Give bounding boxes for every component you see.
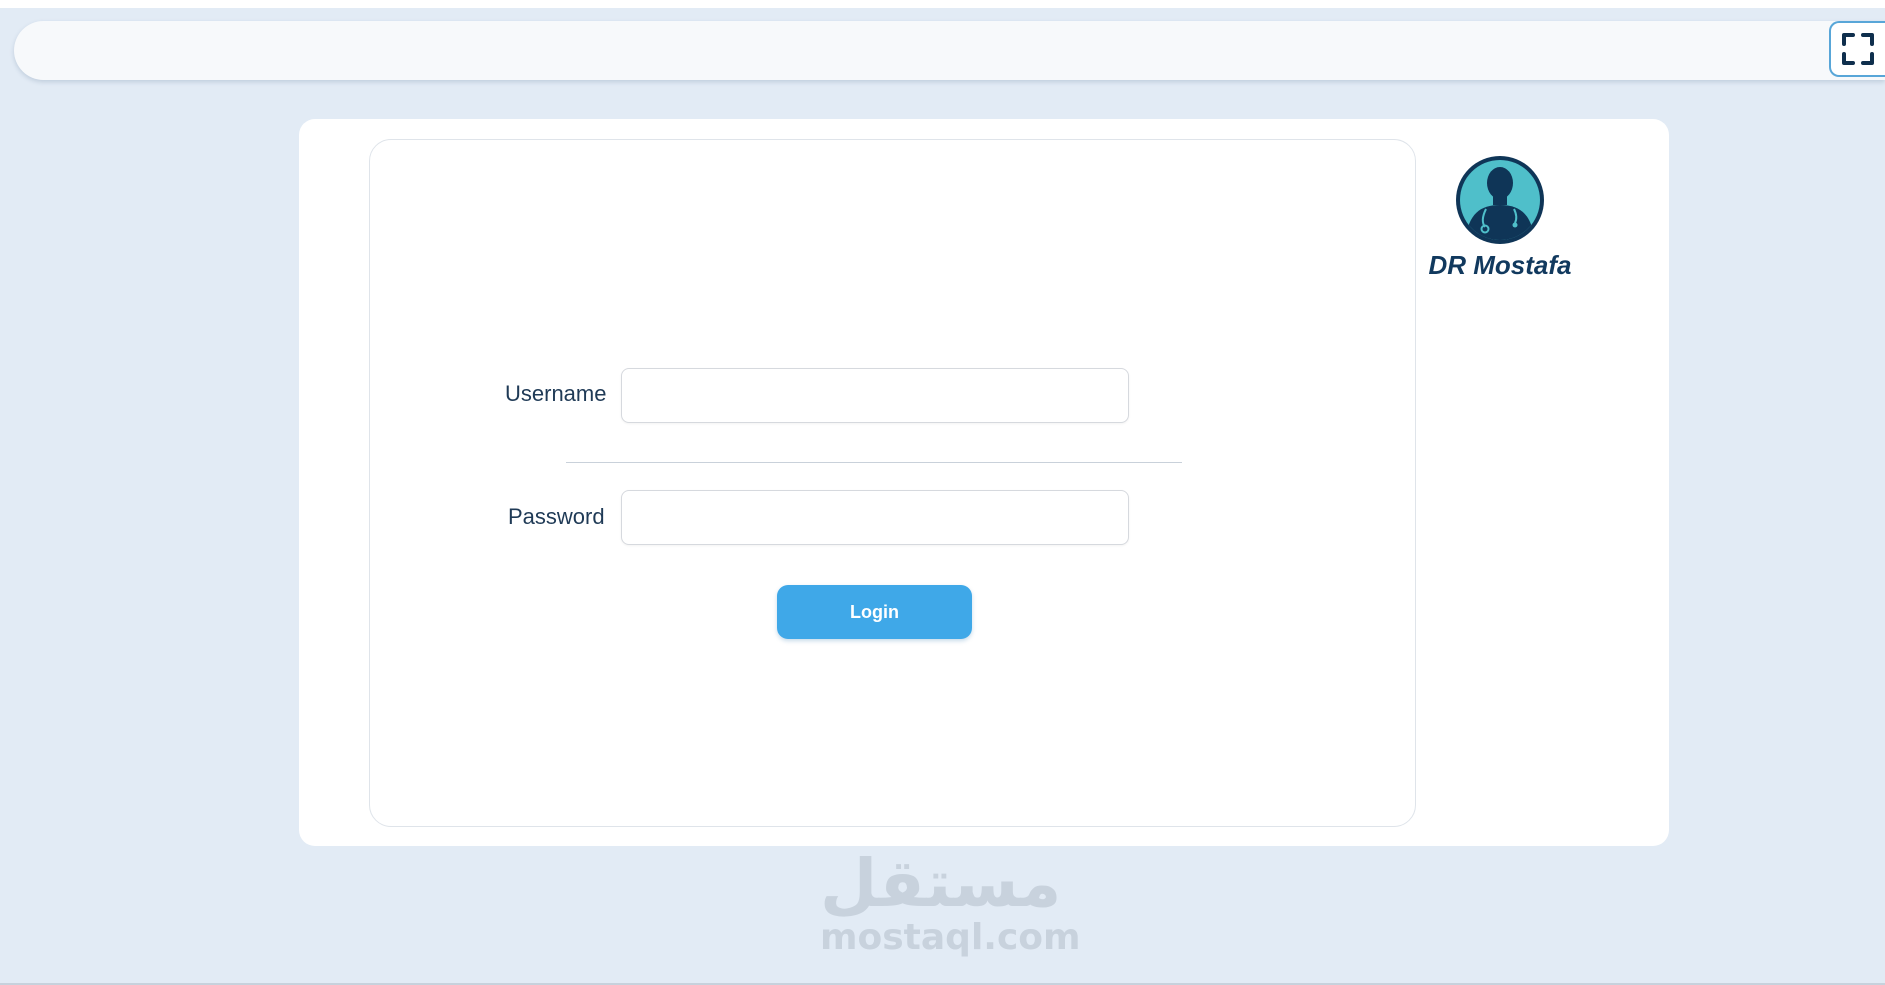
watermark: مستقل mostaql.com bbox=[820, 845, 1081, 965]
form-divider bbox=[566, 462, 1182, 463]
watermark-arabic-text: مستقل bbox=[820, 845, 1062, 922]
top-bar bbox=[14, 21, 1885, 80]
username-input[interactable] bbox=[621, 368, 1129, 423]
watermark-latin-text: mostaql.com bbox=[820, 917, 1081, 958]
login-button[interactable]: Login bbox=[777, 585, 972, 639]
username-label: Username bbox=[505, 381, 607, 406]
login-form-card bbox=[369, 139, 1416, 827]
doctor-avatar-icon bbox=[1456, 156, 1544, 244]
password-input[interactable] bbox=[621, 490, 1129, 545]
password-label: Password bbox=[508, 504, 605, 529]
brand-name: DR Mostafa bbox=[1428, 250, 1572, 280]
top-edge-strip bbox=[0, 0, 1885, 8]
fullscreen-button[interactable] bbox=[1829, 21, 1885, 77]
fullscreen-expand-icon bbox=[1842, 33, 1874, 65]
